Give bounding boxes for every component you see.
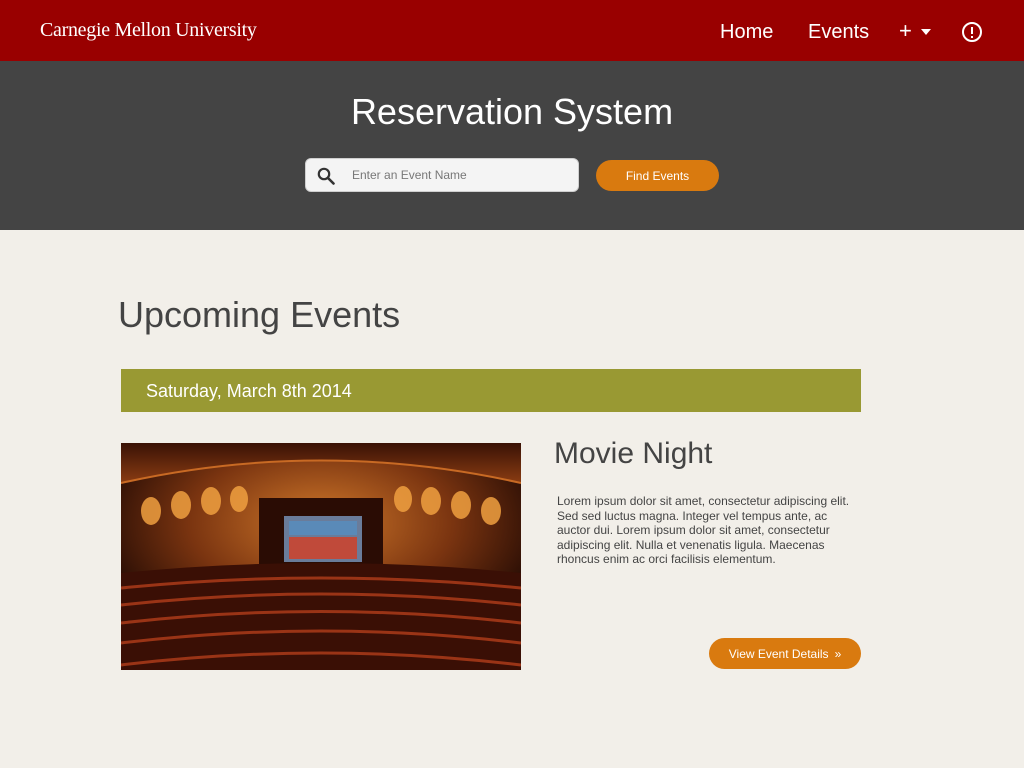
theater-photo <box>121 443 521 670</box>
add-menu-button[interactable]: + <box>899 18 935 44</box>
top-nav: Carnegie Mellon University Home Events + <box>0 0 1024 61</box>
hero-banner: Reservation System Find Events <box>0 61 1024 230</box>
alert-icon[interactable] <box>962 22 982 42</box>
event-description: Lorem ipsum dolor sit amet, consectetur … <box>557 494 850 566</box>
plus-icon: + <box>899 18 912 43</box>
find-events-button[interactable]: Find Events <box>596 160 719 191</box>
event-image <box>121 443 521 670</box>
view-event-details-button[interactable]: View Event Details » <box>709 638 861 669</box>
caret-down-icon <box>921 29 931 35</box>
details-button-label: View Event Details <box>728 646 829 661</box>
search-box <box>305 158 579 192</box>
search-icon <box>317 167 335 185</box>
date-header: Saturday, March 8th 2014 <box>121 369 861 412</box>
nav-home-link[interactable]: Home <box>720 21 773 44</box>
nav-events-link[interactable]: Events <box>808 21 869 44</box>
event-date: Saturday, March 8th 2014 <box>146 381 352 401</box>
section-title: Upcoming Events <box>118 294 401 335</box>
page-title: Reservation System <box>350 91 674 132</box>
chevron-right-icon: » <box>834 646 842 661</box>
event-title: Movie Night <box>554 437 713 470</box>
university-logo[interactable]: Carnegie Mellon University <box>40 19 257 42</box>
search-input[interactable] <box>352 161 572 189</box>
